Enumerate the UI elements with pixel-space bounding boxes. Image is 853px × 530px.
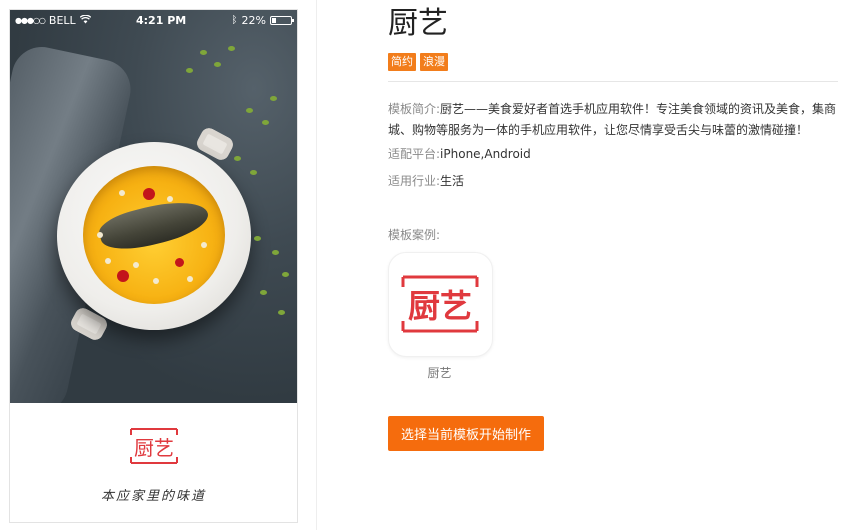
- cases-label: 模板案例:: [388, 228, 441, 242]
- herb-leaf: [246, 108, 253, 113]
- herb-leaf: [186, 68, 193, 73]
- tag-list: 简约 浪漫: [388, 53, 448, 71]
- divider: [316, 0, 317, 530]
- case-name[interactable]: 厨艺: [388, 364, 491, 381]
- phone-preview: ●●●○○ BELL 4:21 PM ᛒ 22% 厨艺 本应家里的味道: [9, 9, 298, 523]
- lotus-seed: [167, 196, 173, 202]
- herb-leaf: [200, 50, 207, 55]
- herb-leaf: [228, 46, 235, 51]
- splash-slogan: 本应家里的味道: [100, 489, 206, 504]
- goji-berry: [175, 258, 184, 267]
- brand-logo-text: 厨艺: [134, 436, 174, 460]
- goji-berry: [117, 270, 129, 282]
- herb-leaf: [250, 170, 257, 175]
- bluetooth-icon: ᛒ: [231, 14, 238, 26]
- herb-leaf: [282, 272, 289, 277]
- lotus-seed: [119, 190, 125, 196]
- lotus-seed: [97, 232, 103, 238]
- template-title: 厨艺: [388, 6, 448, 41]
- description-label: 模板简介:: [388, 102, 441, 116]
- title-divider: [388, 81, 838, 82]
- lotus-seed: [105, 258, 111, 264]
- template-description: 模板简介:厨艺——美食爱好者首选手机应用软件！专注美食领域的资讯及美食，集商城、…: [388, 99, 843, 141]
- tag-badge[interactable]: 浪漫: [420, 53, 448, 71]
- herb-leaf: [254, 236, 261, 241]
- description-text: 厨艺——美食爱好者首选手机应用软件！专注美食领域的资讯及美食，集商城、购物等服务…: [388, 102, 837, 137]
- goji-berry: [143, 188, 155, 200]
- platform-label: 适配平台:: [388, 147, 441, 161]
- platform-value: iPhone,Android: [440, 147, 531, 161]
- tag-badge[interactable]: 简约: [388, 53, 416, 71]
- clock: 4:21 PM: [136, 13, 187, 27]
- splash-brand-area: 厨艺 本应家里的味道: [10, 403, 297, 522]
- status-bar: ●●●○○ BELL 4:21 PM ᛒ 22%: [10, 10, 297, 30]
- battery-percent: 22%: [241, 13, 266, 27]
- case-app-icon[interactable]: 厨艺: [388, 252, 493, 357]
- herb-leaf: [234, 156, 241, 161]
- industry-label: 适用行业:: [388, 174, 441, 188]
- brand-logo: 厨艺: [130, 428, 178, 464]
- herb-leaf: [278, 310, 285, 315]
- herb-leaf: [270, 96, 277, 101]
- case-logo-text: 厨艺: [408, 287, 472, 325]
- herb-leaf: [272, 250, 279, 255]
- lotus-seed: [187, 276, 193, 282]
- soup: [83, 166, 225, 304]
- soup-bowl: [57, 142, 251, 330]
- template-detail-page: ●●●○○ BELL 4:21 PM ᛒ 22% 厨艺 本应家里的味道 厨艺 简…: [0, 0, 853, 530]
- template-platform: 适配平台:iPhone,Android: [388, 144, 843, 165]
- herb-leaf: [262, 120, 269, 125]
- sea-cucumber: [96, 193, 212, 257]
- lotus-seed: [153, 278, 159, 284]
- start-with-template-button[interactable]: 选择当前模板开始制作: [388, 416, 544, 451]
- lotus-seed: [201, 242, 207, 248]
- case-logo: 厨艺: [401, 275, 479, 333]
- food-photo: ●●●○○ BELL 4:21 PM ᛒ 22%: [10, 10, 297, 419]
- signal-strength-icon: ●●●○○: [15, 15, 46, 25]
- template-industry: 适用行业:生活: [388, 171, 843, 192]
- carrier-label: BELL: [48, 13, 76, 27]
- lotus-seed: [133, 262, 139, 268]
- industry-value: 生活: [440, 174, 465, 188]
- herb-leaf: [214, 62, 221, 67]
- wifi-icon: [79, 14, 91, 27]
- battery-icon: [269, 15, 294, 25]
- herb-leaf: [260, 290, 267, 295]
